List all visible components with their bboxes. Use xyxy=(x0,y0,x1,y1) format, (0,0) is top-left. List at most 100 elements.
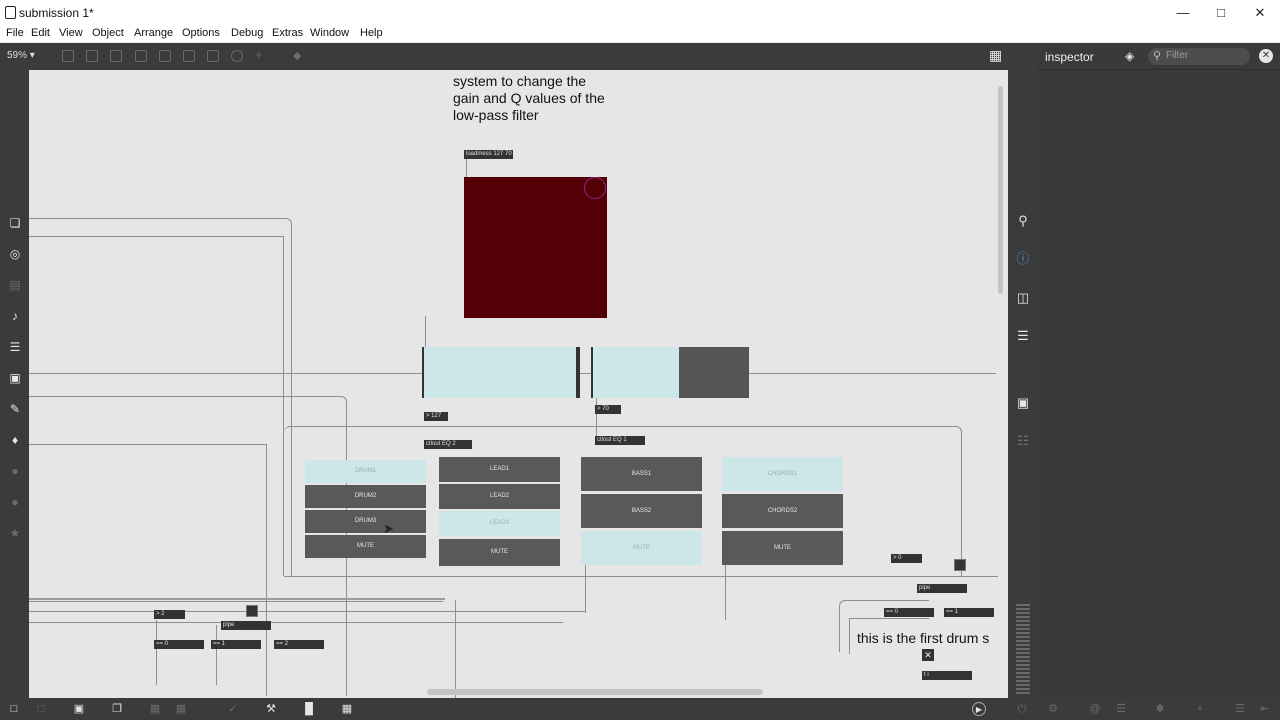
ctlout-object-gain[interactable]: ctlout EQ 2 xyxy=(424,440,472,449)
new-object-icon[interactable] xyxy=(62,50,74,62)
bang-button[interactable] xyxy=(954,559,966,571)
info-icon[interactable]: ⓘ xyxy=(1015,251,1031,267)
loadmess-object[interactable]: loadmess 127 70 xyxy=(464,150,513,159)
package-manager-icon[interactable]: ● xyxy=(7,463,23,479)
dial-icon[interactable] xyxy=(231,50,243,62)
power-icon[interactable]: ⏻ xyxy=(1015,702,1029,716)
menu-arrange[interactable]: Arrange xyxy=(134,27,173,39)
menu-window[interactable]: Window xyxy=(310,27,349,39)
gt-object[interactable]: > 0 xyxy=(891,554,922,563)
menu-icon[interactable]: ☰ xyxy=(1233,702,1247,716)
pipe-object[interactable]: pipe xyxy=(917,584,967,593)
present-mode-icon[interactable]: ▣ xyxy=(72,702,86,716)
trigger-object[interactable]: t i xyxy=(922,671,972,680)
horizontal-scrollbar[interactable] xyxy=(427,689,763,695)
presentation-icon[interactable]: □ xyxy=(34,702,48,716)
menu-object[interactable]: Object xyxy=(92,27,124,39)
menu-extras[interactable]: Extras xyxy=(272,27,303,39)
chords1-button[interactable]: CHORDS1 xyxy=(722,457,843,491)
package-icon[interactable]: ❏ xyxy=(7,215,23,231)
number-icon[interactable] xyxy=(183,50,195,62)
pin-icon[interactable]: ◈ xyxy=(1125,49,1134,63)
add-icon[interactable]: + xyxy=(1193,702,1207,716)
gt2-object[interactable]: > 2 xyxy=(154,610,185,619)
lead-mute-button[interactable]: MUTE xyxy=(439,539,560,566)
add-icon[interactable]: + xyxy=(255,48,267,62)
drum-mute-button[interactable]: MUTE xyxy=(305,535,426,558)
eq0-object[interactable]: == 0 xyxy=(884,608,934,617)
bass2-button[interactable]: BASS2 xyxy=(581,494,702,528)
rack-icon[interactable]: ▦ xyxy=(148,702,162,716)
eq0-object-2[interactable]: == 0 xyxy=(154,640,204,649)
slider-icon[interactable] xyxy=(207,50,219,62)
book-icon[interactable]: ◫ xyxy=(1015,290,1031,306)
eq1-object-2[interactable]: == 1 xyxy=(211,640,261,649)
help-circle-icon[interactable]: ● xyxy=(7,494,23,510)
menu-help[interactable]: Help xyxy=(360,27,383,39)
at-icon[interactable]: @ xyxy=(1088,702,1102,716)
scale-object-q[interactable]: > 70 xyxy=(595,405,621,414)
eq1-object[interactable]: == 1 xyxy=(944,608,994,617)
pipe-object-2[interactable]: pipe xyxy=(221,621,271,630)
chords-mute-button[interactable]: MUTE xyxy=(722,531,843,565)
bass-mute-button[interactable]: MUTE xyxy=(581,531,702,565)
vertical-scrollbar[interactable] xyxy=(998,86,1003,294)
target-icon[interactable]: ◎ xyxy=(7,246,23,262)
wrench-icon[interactable]: ⚒ xyxy=(264,702,278,716)
search-icon[interactable]: ⚲ xyxy=(1015,213,1031,229)
star-icon[interactable]: ★ xyxy=(7,525,23,541)
mixer-icon[interactable]: ☷ xyxy=(1015,433,1031,449)
menu-view[interactable]: View xyxy=(59,27,83,39)
xy-pad[interactable] xyxy=(464,177,607,318)
scale-object-gain[interactable]: > 127 xyxy=(424,412,448,421)
image-icon[interactable]: ▣ xyxy=(7,370,23,386)
lead3-button[interactable]: LEAD3 xyxy=(439,511,560,536)
minimize-icon[interactable]: — xyxy=(1168,3,1198,23)
message-icon[interactable] xyxy=(86,50,98,62)
chords2-button[interactable]: CHORDS2 xyxy=(722,494,843,528)
sequence-icon[interactable]: ☰ xyxy=(7,339,23,355)
menu-edit[interactable]: Edit xyxy=(31,27,50,39)
keyboard-icon[interactable]: ▦ xyxy=(340,702,354,716)
maximize-icon[interactable]: □ xyxy=(1206,3,1236,23)
play-icon[interactable]: ▶ xyxy=(972,702,986,716)
browser-icon[interactable]: ▤ xyxy=(7,277,23,293)
lead1-button[interactable]: LEAD1 xyxy=(439,457,560,482)
snap-icon[interactable]: ✓ xyxy=(226,702,240,716)
drum1-button[interactable]: DRUM1 xyxy=(305,460,426,483)
close-object-icon[interactable]: ✕ xyxy=(922,649,934,661)
comment-icon[interactable] xyxy=(110,50,122,62)
drum3-button[interactable]: DRUM3 xyxy=(305,510,426,533)
xy-pad-handle[interactable] xyxy=(584,177,606,199)
music-note-icon[interactable]: ♪ xyxy=(7,308,23,324)
ctlout-object-q[interactable]: ctlout EQ 1 xyxy=(595,436,645,445)
windows-icon[interactable]: ❐ xyxy=(110,702,124,716)
paperclip-icon[interactable]: ✎ xyxy=(7,401,23,417)
close-icon[interactable]: ✕ xyxy=(1245,3,1275,23)
grid-icon[interactable]: ▦ xyxy=(174,702,188,716)
eq2-object-2[interactable]: == 2 xyxy=(274,640,324,649)
button-icon[interactable] xyxy=(135,50,147,62)
menu-file[interactable]: File xyxy=(6,27,24,39)
lead2-button[interactable]: LEAD2 xyxy=(439,484,560,509)
camera-icon[interactable]: ▣ xyxy=(1015,395,1031,411)
paint-icon[interactable]: ◆ xyxy=(293,50,305,62)
inspector-filter-input[interactable]: ⚲ Filter xyxy=(1148,48,1250,65)
zoom-select[interactable]: 59% ▾ xyxy=(7,50,35,61)
bang-button-2[interactable] xyxy=(246,605,258,617)
menu-options[interactable]: Options xyxy=(182,27,220,39)
menu-debug[interactable]: Debug xyxy=(231,27,263,39)
sliders-icon[interactable]: ☰ xyxy=(1114,702,1128,716)
settings-icon[interactable]: ⚙ xyxy=(1046,702,1060,716)
drum2-button[interactable]: DRUM2 xyxy=(305,485,426,508)
piano-icon[interactable]: █ xyxy=(302,702,316,716)
bass1-button[interactable]: BASS1 xyxy=(581,457,702,491)
list-icon[interactable]: ☰ xyxy=(1015,328,1031,344)
collapse-icon[interactable]: ⇤ xyxy=(1258,702,1272,716)
plugin-icon[interactable]: ♦ xyxy=(7,432,23,448)
patcher-canvas[interactable]: system to change the gain and Q values o… xyxy=(29,70,1008,698)
asterisk-icon[interactable]: ✱ xyxy=(1153,702,1167,716)
lock-icon[interactable]: □ xyxy=(7,702,21,716)
clear-filter-icon[interactable]: ✕ xyxy=(1259,49,1273,63)
gain-slider[interactable] xyxy=(422,347,580,398)
